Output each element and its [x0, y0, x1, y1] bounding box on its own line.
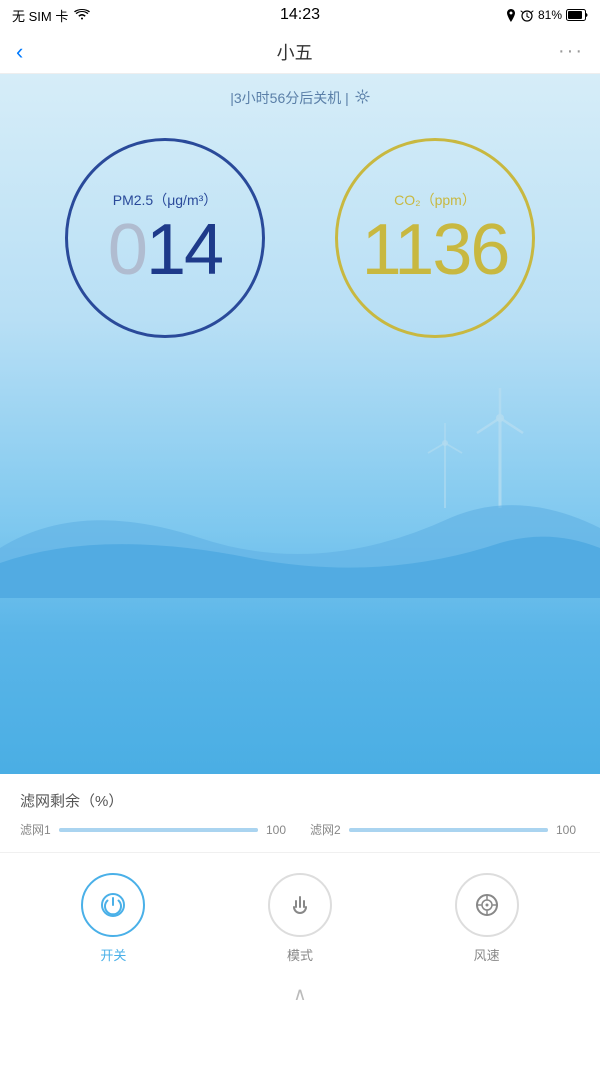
status-left: 无 SIM 卡 — [12, 6, 90, 25]
pm25-gauge: PM2.5（μg/m³） 014 — [65, 138, 265, 338]
back-button[interactable]: ‹ — [16, 35, 31, 69]
controls-row: 开关 模式 — [0, 873, 600, 980]
co2-label: CO₂（ppm） — [394, 190, 476, 210]
wifi-icon — [74, 9, 90, 21]
co2-gauge: CO₂（ppm） 1136 — [335, 138, 535, 338]
filter1-fill — [59, 828, 258, 832]
pm25-label: PM2.5（μg/m³） — [113, 190, 218, 210]
bottom-controls: 开关 模式 — [0, 853, 600, 1023]
filter2-row: 滤网2 100 — [310, 821, 580, 838]
battery-icon — [566, 9, 588, 21]
wave-shape — [0, 468, 600, 598]
status-time: 14:23 — [280, 6, 320, 24]
filter-rows: 滤网1 100 滤网2 100 — [20, 821, 580, 838]
power-label: 开关 — [100, 945, 126, 964]
mode-label: 模式 — [287, 945, 313, 964]
filter2-track — [349, 828, 548, 832]
status-right: 81% — [506, 8, 588, 22]
main-content: |3小时56分后关机 | PM2.5（μg/m³） 014 CO₂（ppm） 1… — [0, 74, 600, 774]
filter-section: 滤网剩余（%） 滤网1 100 滤网2 100 — [0, 774, 600, 853]
mode-icon-wrap — [268, 873, 332, 937]
wind-label: 风速 — [474, 945, 500, 964]
status-bar: 无 SIM 卡 14:23 81% — [0, 0, 600, 30]
wind-button[interactable]: 风速 — [455, 873, 519, 964]
battery-percent: 81% — [538, 8, 562, 22]
filter1-track — [59, 828, 258, 832]
carrier-label: 无 SIM 卡 — [12, 6, 68, 25]
pm25-main-value: 14 — [146, 210, 222, 290]
power-icon — [97, 889, 129, 921]
mode-button[interactable]: 模式 — [268, 873, 332, 964]
nav-title: 小五 — [277, 39, 313, 65]
timer-text: |3小时56分后关机 | — [230, 88, 349, 108]
wind-icon — [471, 889, 503, 921]
filter2-fill — [349, 828, 548, 832]
more-button[interactable]: ··· — [558, 40, 584, 63]
co2-value: 1136 — [362, 214, 509, 286]
pm25-value: 014 — [108, 214, 222, 286]
filter2-label: 滤网2 — [310, 821, 341, 838]
location-icon — [506, 9, 516, 22]
wind-icon-wrap — [455, 873, 519, 937]
power-button[interactable]: 开关 — [81, 873, 145, 964]
timer-bar: |3小时56分后关机 | — [0, 74, 600, 118]
filter2-value: 100 — [556, 823, 580, 837]
bottom-handle[interactable]: ∧ — [0, 980, 600, 1013]
mode-icon — [284, 889, 316, 921]
filter1-row: 滤网1 100 — [20, 821, 290, 838]
alarm-icon — [520, 9, 534, 22]
gauges-row: PM2.5（μg/m³） 014 CO₂（ppm） 1136 — [0, 118, 600, 368]
filter-title: 滤网剩余（%） — [20, 790, 580, 811]
filter1-label: 滤网1 — [20, 821, 51, 838]
power-icon-wrap — [81, 873, 145, 937]
timer-settings-icon[interactable] — [355, 89, 370, 107]
nav-bar: ‹ 小五 ··· — [0, 30, 600, 74]
pm25-leading-zero: 0 — [108, 210, 146, 290]
filter1-value: 100 — [266, 823, 290, 837]
landscape — [0, 378, 600, 598]
